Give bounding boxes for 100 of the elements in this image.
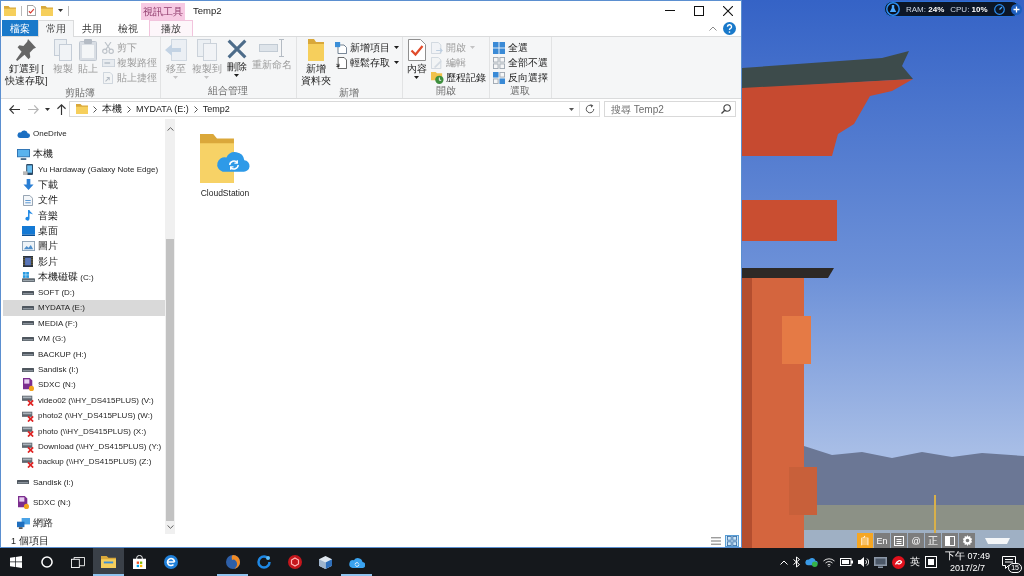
nav-item[interactable]: SOFT (D:)	[3, 284, 165, 301]
scrollbar-thumb[interactable]	[166, 239, 174, 521]
folder-icon[interactable]	[101, 556, 116, 568]
invert-selection-icon[interactable]	[493, 71, 505, 84]
nav-item[interactable]: backup (\\HY_DS415PLUS) (Z:)	[3, 454, 165, 470]
chevron-right-icon[interactable]	[127, 105, 131, 113]
nav-item[interactable]: 本機	[3, 146, 165, 162]
chevron-right-icon[interactable]	[93, 105, 97, 113]
battery-icon[interactable]	[839, 558, 853, 566]
ime-button[interactable]: @	[908, 533, 924, 548]
document-check-icon[interactable]	[407, 39, 426, 61]
ribbon-button[interactable]: 內容	[404, 39, 429, 79]
nav-item[interactable]: SDXC (N:)	[3, 495, 165, 511]
ribbon-button[interactable]: 新增項目	[333, 40, 400, 55]
clock-time[interactable]: 下午 07:49	[944, 550, 990, 562]
nav-item[interactable]: 圖片	[3, 238, 165, 255]
cube-icon[interactable]	[319, 555, 332, 569]
caret-icon[interactable]	[569, 107, 574, 111]
caret-icon[interactable]	[234, 74, 239, 77]
arrow-up-icon[interactable]	[57, 103, 66, 115]
chevron-right-icon[interactable]	[193, 105, 198, 113]
swirl-icon[interactable]	[891, 555, 905, 569]
hexagon-badge-icon[interactable]	[287, 555, 302, 569]
bluetooth-icon[interactable]	[792, 556, 800, 568]
delete-icon[interactable]	[226, 39, 247, 59]
plus-circle-icon[interactable]	[1010, 3, 1022, 15]
select-all-icon[interactable]	[493, 41, 505, 54]
ribbon-tab[interactable]: 播放	[149, 20, 193, 36]
caret-icon[interactable]	[393, 46, 399, 49]
ime-button[interactable]: 正	[925, 533, 941, 548]
refresh-icon[interactable]	[585, 104, 595, 114]
ribbon-button[interactable]: 刪除	[224, 39, 249, 77]
file-item[interactable]: CloudStation	[192, 132, 258, 198]
nav-item[interactable]: photo (\\HY_DS415PLUS) (X:)	[3, 423, 165, 439]
caret-icon[interactable]	[45, 107, 50, 111]
nav-item[interactable]: VM (G:)	[3, 331, 165, 347]
cloud-check-icon[interactable]	[804, 557, 818, 567]
windows-logo-icon[interactable]	[9, 556, 22, 568]
nav-item[interactable]: 本機磁碟 (C:)	[3, 269, 165, 285]
nav-item[interactable]: Yu Hardaway (Galaxy Note Edge)	[3, 161, 165, 178]
task-view-icon[interactable]	[70, 556, 85, 568]
nav-item[interactable]: 網路	[3, 515, 165, 531]
scrollbar[interactable]	[165, 119, 175, 534]
search-icon[interactable]	[721, 104, 731, 114]
document-check-icon[interactable]	[27, 5, 36, 16]
help-icon[interactable]	[723, 21, 736, 35]
wifi-icon[interactable]	[822, 557, 835, 567]
ime-button[interactable]: En	[874, 533, 890, 548]
chevron-down-icon[interactable]	[166, 525, 174, 529]
nav-item[interactable]: 文件	[3, 192, 165, 208]
ribbon-button[interactable]: 歷程記錄	[429, 70, 487, 85]
history-icon[interactable]	[430, 71, 444, 84]
breadcrumb-item[interactable]: 本機	[102, 102, 122, 116]
cloud-icon[interactable]	[348, 556, 365, 568]
nav-item[interactable]: Sandisk (I:)	[3, 361, 165, 378]
caret-icon[interactable]	[58, 9, 63, 12]
breadcrumb-item[interactable]: MYDATA (E:)	[136, 104, 189, 114]
nav-item[interactable]: BACKUP (H:)	[3, 346, 165, 362]
document-icon[interactable]	[335, 56, 347, 69]
ribbon-button[interactable]: 全選	[491, 40, 549, 55]
address-field[interactable]: 本機 MYDATA (E:) Temp2	[69, 101, 600, 117]
nav-item[interactable]: Sandisk (I:)	[3, 474, 165, 490]
caret-icon[interactable]	[393, 61, 399, 64]
search-field[interactable]: 搜尋 Temp2	[604, 101, 736, 117]
ribbon-button[interactable]: 新增 資料夾	[298, 39, 333, 87]
nav-item[interactable]: MYDATA (E:)	[3, 300, 165, 316]
maximize-icon[interactable]	[694, 5, 704, 16]
nav-item[interactable]: 音樂	[3, 207, 165, 224]
ribbon-tab[interactable]: 共用	[74, 20, 110, 36]
gauge-icon[interactable]	[993, 3, 1005, 15]
ribbon-button[interactable]: 全部不選	[491, 55, 549, 70]
nav-item[interactable]: 影片	[3, 254, 165, 270]
nav-item[interactable]: MEDIA (F:)	[3, 315, 165, 332]
ribbon-tab[interactable]: 常用	[38, 20, 74, 37]
ribbon-tab[interactable]: 檢視	[110, 20, 146, 36]
globe-icon[interactable]	[225, 555, 240, 569]
nav-item[interactable]: SDXC (N:)	[3, 377, 165, 393]
ribbon-button[interactable]: 釘選到 [ 快速存取]	[3, 39, 50, 87]
taskbar-button[interactable]	[93, 548, 124, 576]
close-icon[interactable]	[723, 5, 733, 16]
clock-date[interactable]: 2017/2/7	[949, 562, 985, 574]
ring-icon[interactable]	[40, 556, 53, 568]
nav-item[interactable]: 下載	[3, 177, 165, 193]
new-item-icon[interactable]	[335, 41, 347, 54]
input-language[interactable]: 英	[909, 555, 920, 569]
ribbon-button[interactable]: 輕鬆存取	[333, 55, 400, 70]
flask-icon[interactable]	[886, 2, 900, 16]
speaker-icon[interactable]	[857, 557, 869, 567]
nav-item[interactable]: Download (\\HY_DS415PLUS) (Y:)	[3, 438, 165, 455]
arrow-left-icon[interactable]	[9, 104, 20, 114]
caret-icon[interactable]	[414, 76, 419, 79]
nav-item[interactable]: video02 (\\HY_DS415PLUS) (V:)	[3, 392, 165, 409]
ribbon-tab[interactable]: 檔案	[2, 20, 38, 36]
shopping-bag-icon[interactable]	[133, 555, 146, 569]
nav-item[interactable]: photo2 (\\HY_DS415PLUS) (W:)	[3, 408, 165, 424]
ribbon-button[interactable]: 反向選擇	[491, 70, 549, 85]
square-icon[interactable]	[924, 556, 937, 568]
e-logo-icon[interactable]	[163, 555, 178, 569]
nav-item[interactable]: OneDrive	[3, 126, 165, 142]
monitor-icon[interactable]	[873, 556, 887, 568]
